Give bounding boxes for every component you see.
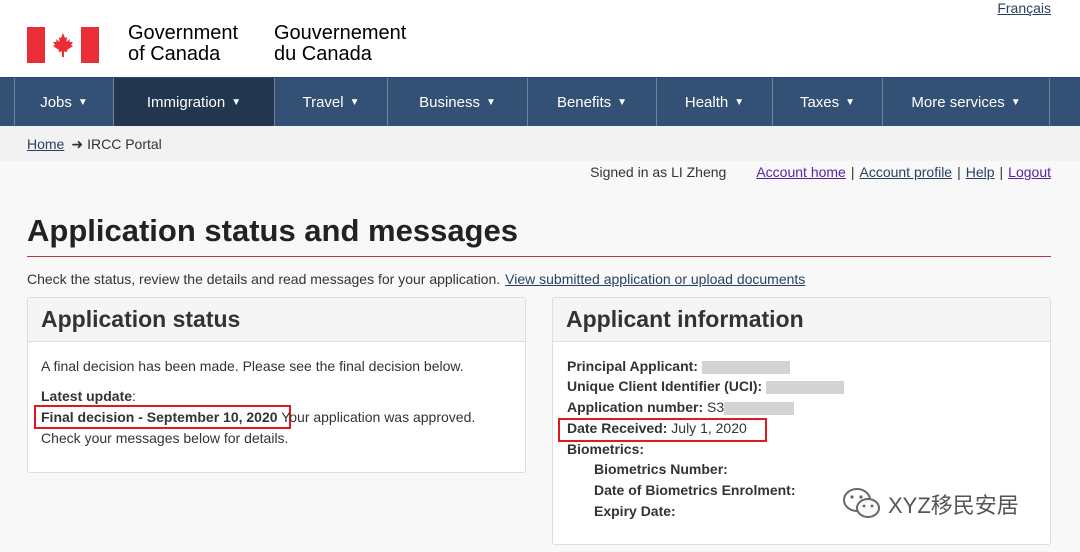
final-decision-date: Final decision - September 10, 2020 xyxy=(41,409,278,425)
account-profile-link[interactable]: Account profile xyxy=(859,164,952,180)
signature-french: Gouvernement du Canada xyxy=(274,22,407,65)
decision-note: Your application was approved. xyxy=(281,409,476,425)
help-link[interactable]: Help xyxy=(966,164,995,180)
decision-line: Final decision - September 10, 2020 Your… xyxy=(41,409,475,425)
final-decision-message: A final decision has been made. Please s… xyxy=(41,358,464,374)
application-status-panel: Application status A final decision has … xyxy=(27,297,526,473)
biometrics-date-label: Date of Biometrics Enrolment: xyxy=(594,482,796,498)
uci-row: Unique Client Identifier (UCI): xyxy=(567,378,845,394)
menu-item-taxes[interactable]: Taxes ▼ xyxy=(772,78,882,126)
chevron-down-icon: ▼ xyxy=(485,96,496,108)
language-toggle-link[interactable]: Français xyxy=(997,0,1051,16)
separator: | xyxy=(957,164,961,180)
check-messages-text: Check your messages below for details. xyxy=(41,430,289,446)
separator: | xyxy=(850,164,855,180)
principal-applicant-row: Principal Applicant: xyxy=(567,358,790,374)
page-title: Application status and messages xyxy=(27,213,518,248)
redacted-value xyxy=(766,380,845,394)
redacted-value xyxy=(701,360,790,374)
panel-heading: Application status xyxy=(28,298,525,342)
intro-text: Check the status, review the details and… xyxy=(27,271,806,287)
application-number-row: Application number: S3 xyxy=(567,399,795,415)
account-home-link[interactable]: Account home xyxy=(756,164,846,180)
redacted-value xyxy=(724,401,795,415)
signed-in-text: Signed in as LI Zheng xyxy=(590,164,727,180)
chevron-down-icon: ▼ xyxy=(1010,96,1021,108)
date-received-row: Date Received: July 1, 2020 xyxy=(567,420,747,436)
menu-item-more-services[interactable]: More services ▼ xyxy=(882,78,1050,126)
panel-heading: Applicant information xyxy=(553,298,1050,342)
breadcrumb-home-link[interactable]: Home xyxy=(27,136,64,152)
canada-flag-icon xyxy=(27,27,99,63)
separator: | xyxy=(999,164,1004,180)
account-bar: Signed in as LI Zheng Account home | Acc… xyxy=(590,164,1051,180)
menu-item-benefits[interactable]: Benefits ▼ xyxy=(527,78,656,126)
menu-item-health[interactable]: Health ▼ xyxy=(656,78,772,126)
arrow-right-icon: ➜ xyxy=(71,136,84,152)
biometrics-label: Biometrics: xyxy=(567,441,645,457)
menu-item-travel[interactable]: Travel ▼ xyxy=(274,78,387,126)
chevron-down-icon: ▼ xyxy=(734,96,745,108)
signature-english: Government of Canada xyxy=(128,22,239,65)
breadcrumb-current: IRCC Portal xyxy=(87,136,162,152)
date-received-value: July 1, 2020 xyxy=(671,420,747,436)
chevron-down-icon: ▼ xyxy=(617,96,628,108)
chevron-down-icon: ▼ xyxy=(349,96,360,108)
title-divider xyxy=(27,256,1051,257)
main-menu: Jobs ▼ Immigration ▼ Travel ▼ Business ▼ Ben… xyxy=(0,77,1080,126)
breadcrumb-bar: Home ➜ IRCC Portal xyxy=(0,126,1080,161)
chevron-down-icon: ▼ xyxy=(231,96,242,108)
watermark: XYZ移民安居 xyxy=(842,486,1019,522)
latest-update-label: Latest update: xyxy=(41,388,136,404)
chevron-down-icon: ▼ xyxy=(77,96,88,108)
logout-link[interactable]: Logout xyxy=(1008,164,1051,180)
wechat-icon xyxy=(843,488,880,518)
chevron-down-icon: ▼ xyxy=(845,96,856,108)
view-application-link[interactable]: View submitted application or upload doc… xyxy=(505,271,805,287)
menu-item-business[interactable]: Business ▼ xyxy=(387,78,527,126)
expiry-date-label: Expiry Date: xyxy=(594,503,676,519)
breadcrumb: Home ➜ IRCC Portal xyxy=(27,136,162,153)
menu-item-jobs[interactable]: Jobs ▼ xyxy=(14,78,113,126)
menu-item-immigration[interactable]: Immigration ▼ xyxy=(113,78,274,126)
biometrics-number-label: Biometrics Number: xyxy=(594,461,728,477)
site-header: Français Government of Canada Gouverneme… xyxy=(0,0,1080,77)
